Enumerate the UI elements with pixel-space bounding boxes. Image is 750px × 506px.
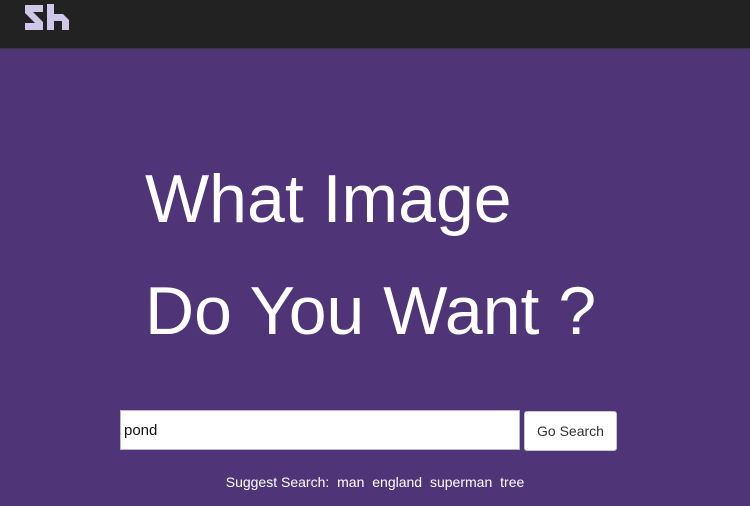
- headline-line-2: Do You Want ?: [145, 273, 597, 349]
- suggest-search-bar: Suggest Search: man england superman tre…: [0, 474, 750, 490]
- suggest-link-england[interactable]: england: [372, 474, 422, 490]
- sh-logo-icon[interactable]: [23, 3, 71, 31]
- suggest-link-superman[interactable]: superman: [430, 474, 492, 490]
- suggest-link-tree[interactable]: tree: [500, 474, 524, 490]
- headline-line-1: What Image: [145, 161, 512, 237]
- suggest-label: Suggest Search:: [225, 474, 330, 490]
- go-search-button[interactable]: Go Search: [524, 411, 617, 451]
- suggest-link-man[interactable]: man: [337, 474, 364, 490]
- search-input[interactable]: [120, 410, 520, 450]
- top-navbar: [0, 0, 750, 49]
